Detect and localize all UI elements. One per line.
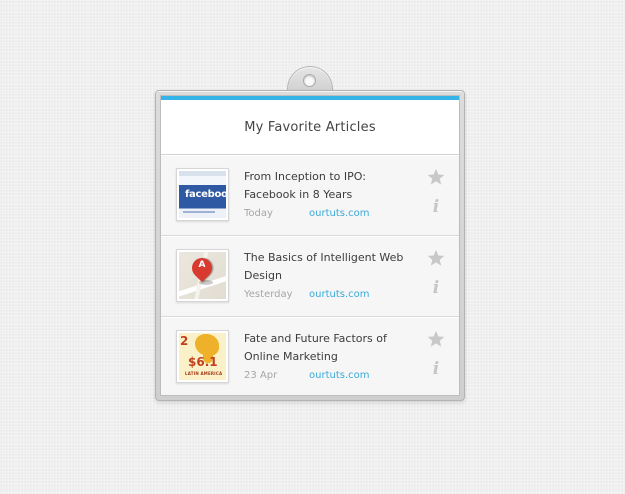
- info-icon[interactable]: i: [429, 359, 443, 379]
- article-source-link[interactable]: ourtuts.com: [309, 289, 370, 300]
- info-icon[interactable]: i: [429, 197, 443, 217]
- article-date: 23 Apr: [244, 370, 278, 381]
- article-date: Yesterday: [244, 289, 293, 300]
- widget-title: My Favorite Articles: [244, 119, 376, 135]
- infographic-caption: LATIN AMERICA: [185, 371, 223, 376]
- article-title[interactable]: The Basics of Intelligent Web Design: [244, 249, 419, 285]
- infographic-thumbnail-image: 2 $6.1 LATIN AMERICA: [179, 333, 226, 380]
- article-source-link[interactable]: ourtuts.com: [309, 370, 370, 381]
- article-source-link[interactable]: ourtuts.com: [309, 208, 370, 219]
- infographic-number: 2: [180, 334, 189, 348]
- hanger-hole-icon: [303, 74, 316, 87]
- article-thumbnail[interactable]: 2 $6.1 LATIN AMERICA: [176, 330, 229, 383]
- article-item[interactable]: facebook From Inception to IPO: Facebook…: [161, 155, 459, 236]
- favorites-panel: My Favorite Articles facebook From Incep…: [160, 95, 460, 396]
- facebook-logo: facebook: [185, 189, 226, 200]
- info-icon[interactable]: i: [429, 278, 443, 298]
- favorites-widget: My Favorite Articles facebook From Incep…: [155, 90, 465, 401]
- facebook-thumbnail-image: facebook: [179, 171, 226, 218]
- article-item[interactable]: A The Basics of Intelligent Web Design Y…: [161, 236, 459, 317]
- article-thumbnail[interactable]: A: [176, 249, 229, 302]
- map-pin-letter: A: [198, 260, 206, 270]
- widget-header: My Favorite Articles: [161, 100, 459, 155]
- star-icon[interactable]: [427, 330, 445, 348]
- article-thumbnail[interactable]: facebook: [176, 168, 229, 221]
- browser-bar: [179, 171, 226, 176]
- article-list: facebook From Inception to IPO: Facebook…: [161, 155, 459, 395]
- article-title[interactable]: Fate and Future Factors of Online Market…: [244, 330, 419, 366]
- article-date: Today: [244, 208, 273, 219]
- star-icon[interactable]: [427, 168, 445, 186]
- thumbnail-line: [183, 211, 215, 213]
- article-item[interactable]: 2 $6.1 LATIN AMERICA Fate and Future Fac…: [161, 317, 459, 395]
- star-icon[interactable]: [427, 249, 445, 267]
- map-thumbnail-image: A: [179, 252, 226, 299]
- infographic-amount: $6.1: [188, 355, 218, 369]
- article-title[interactable]: From Inception to IPO: Facebook in 8 Yea…: [244, 168, 419, 204]
